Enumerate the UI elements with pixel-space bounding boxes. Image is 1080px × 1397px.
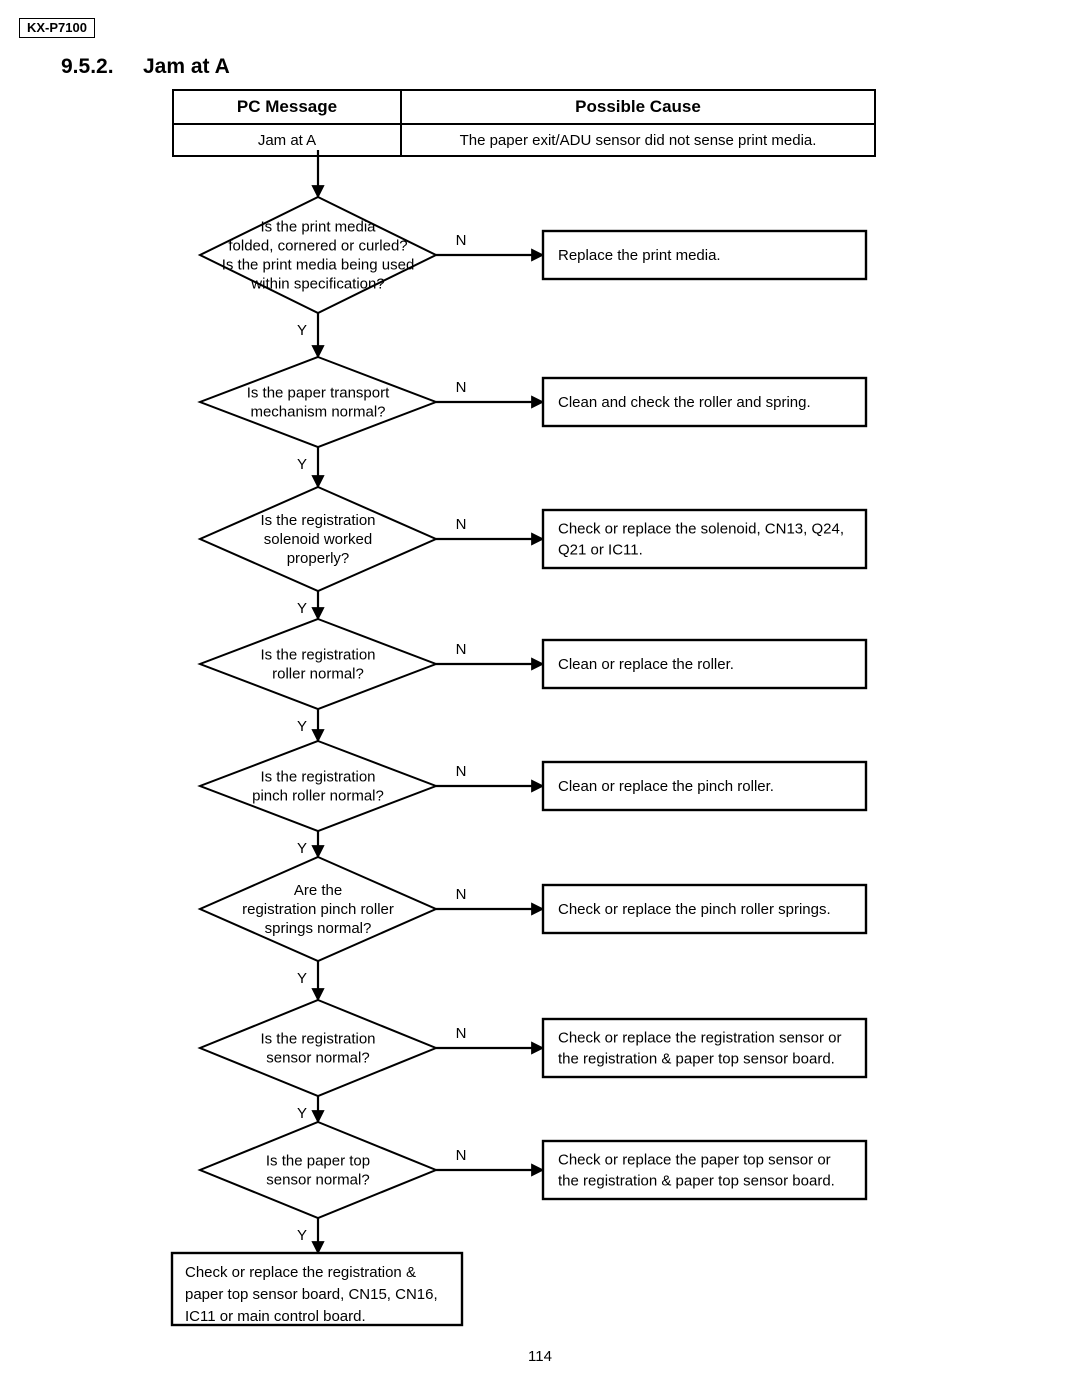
branch-label-no-q3: N bbox=[456, 516, 467, 533]
branch-label-yes-q4: Y bbox=[297, 718, 307, 735]
branch-label-no-q1: N bbox=[456, 232, 467, 249]
branch-label-no-q2: N bbox=[456, 379, 467, 396]
action-box-q8-line-0: Check or replace the paper top sensor or bbox=[558, 1152, 831, 1169]
branch-label-no-q5: N bbox=[456, 763, 467, 780]
action-box-q7-line-1: the registration & paper top sensor boar… bbox=[558, 1051, 835, 1068]
decision-q8 bbox=[197, 1120, 439, 1220]
action-box-q4-line-0: Clean or replace the roller. bbox=[558, 656, 734, 673]
decision-q8-line-0: Is the paper top bbox=[266, 1153, 370, 1170]
action-box-q3-line-1: Q21 or IC11. bbox=[558, 542, 643, 559]
decision-q8-line-1: sensor normal? bbox=[266, 1172, 369, 1189]
decision-q6-line-0: Are the bbox=[294, 882, 342, 899]
action-box-q6-line-0: Check or replace the pinch roller spring… bbox=[558, 901, 831, 918]
decision-q2-line-1: mechanism normal? bbox=[250, 404, 385, 421]
branch-label-yes-q8: Y bbox=[297, 1227, 307, 1244]
decision-q5-line-0: Is the registration bbox=[260, 769, 375, 786]
decision-q6-line-2: springs normal? bbox=[265, 920, 372, 937]
decision-q7-line-1: sensor normal? bbox=[266, 1050, 369, 1067]
branch-label-no-q6: N bbox=[456, 886, 467, 903]
decision-q7-line-0: Is the registration bbox=[260, 1031, 375, 1048]
action-box-q7-line-0: Check or replace the registration sensor… bbox=[558, 1030, 841, 1047]
decision-q2-line-0: Is the paper transport bbox=[247, 385, 390, 402]
decision-q3-line-1: solenoid worked bbox=[264, 531, 372, 548]
decision-q3-line-2: properly? bbox=[287, 550, 350, 567]
branch-label-yes-q3: Y bbox=[297, 600, 307, 617]
decision-q4-line-1: roller normal? bbox=[272, 666, 364, 683]
decision-q1-line-1: folded, cornered or curled? bbox=[228, 238, 407, 255]
branch-label-yes-q1: Y bbox=[297, 322, 307, 339]
page-number: 114 bbox=[528, 1348, 552, 1365]
decision-q1-line-2: Is the print media being used bbox=[222, 257, 415, 274]
action-box-q3-line-0: Check or replace the solenoid, CN13, Q24… bbox=[558, 521, 844, 538]
action-box-q7 bbox=[541, 1017, 868, 1079]
decision-q6-line-1: registration pinch roller bbox=[242, 901, 394, 918]
decision-q1-line-0: Is the print media bbox=[260, 219, 376, 236]
terminal-action-box-line-2: IC11 or main control board. bbox=[185, 1308, 366, 1325]
decision-q1 bbox=[197, 195, 439, 315]
action-box-q3 bbox=[541, 508, 868, 570]
terminal-action-box-line-0: Check or replace the registration & bbox=[185, 1264, 416, 1281]
action-box-q8 bbox=[541, 1139, 868, 1201]
action-box-q2-line-0: Clean and check the roller and spring. bbox=[558, 394, 811, 411]
decision-q4 bbox=[197, 617, 439, 711]
branch-label-yes-q6: Y bbox=[297, 970, 307, 987]
action-box-q8-line-1: the registration & paper top sensor boar… bbox=[558, 1173, 835, 1190]
decision-q7 bbox=[197, 998, 439, 1098]
action-box-q1-line-0: Replace the print media. bbox=[558, 247, 721, 264]
troubleshooting-flowchart: Is the print media folded, cornered or cu… bbox=[170, 150, 868, 1327]
decision-q3-line-0: Is the registration bbox=[260, 512, 375, 529]
decision-q5 bbox=[197, 739, 439, 833]
decision-q2 bbox=[197, 355, 439, 449]
branch-label-no-q8: N bbox=[456, 1147, 467, 1164]
decision-q1-line-3: within specification? bbox=[250, 276, 384, 293]
branch-label-no-q4: N bbox=[456, 641, 467, 658]
terminal-action-box-line-1: paper top sensor board, CN15, CN16, bbox=[185, 1286, 438, 1303]
decision-q4-line-0: Is the registration bbox=[260, 647, 375, 664]
branch-label-yes-q2: Y bbox=[297, 456, 307, 473]
action-box-q5-line-0: Clean or replace the pinch roller. bbox=[558, 778, 774, 795]
branch-label-yes-q5: Y bbox=[297, 840, 307, 857]
branch-label-no-q7: N bbox=[456, 1025, 467, 1042]
decision-q5-line-1: pinch roller normal? bbox=[252, 788, 384, 805]
branch-label-yes-q7: Y bbox=[297, 1105, 307, 1122]
